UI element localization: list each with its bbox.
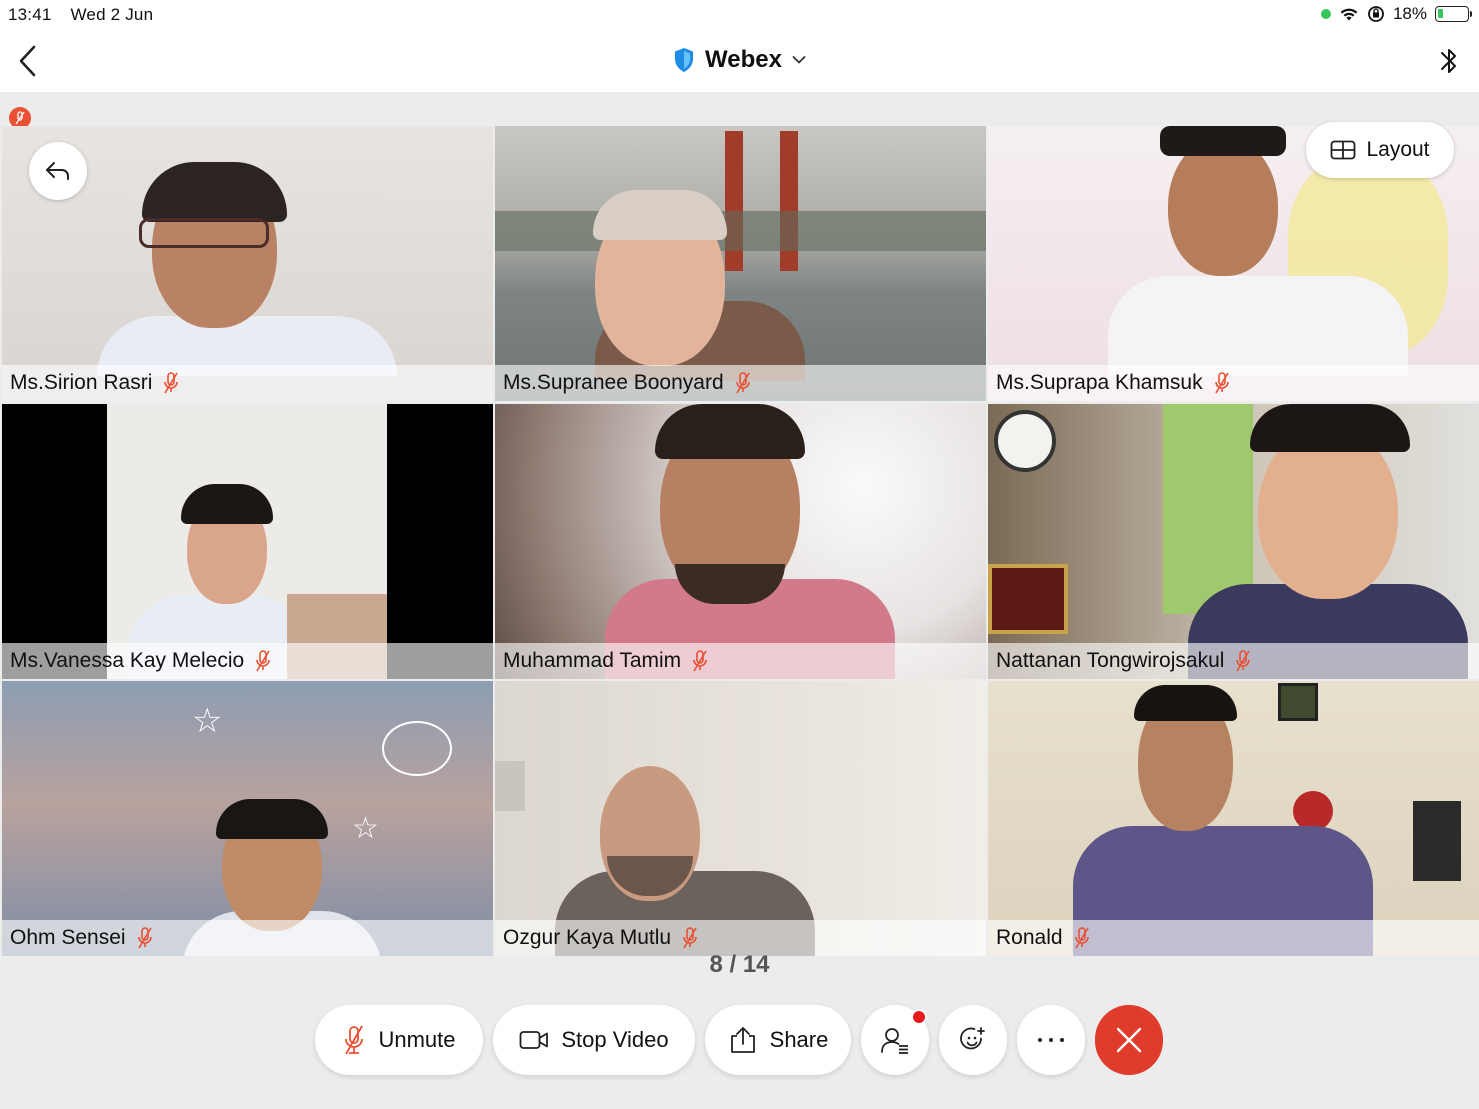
return-arrow-icon [46,162,69,180]
app-title: Webex [705,46,782,73]
participant-name-bar: Ms.Supranee Boonyard [495,365,986,401]
unmute-button[interactable]: Unmute [315,1005,483,1075]
chevron-down-icon [792,56,806,64]
participant-tile[interactable]: Ms.Supranee Boonyard [495,126,986,401]
participant-name-bar: Ms.Suprapa Khamsuk [988,365,1479,401]
battery-icon [1435,6,1472,22]
mic-off-icon [735,372,750,394]
participant-name: Ms.Vanessa Kay Melecio [10,649,245,672]
participant-video [988,404,1479,679]
camera-in-use-indicator [1320,9,1331,19]
status-left: 13:41 Wed 2 Jun [8,5,167,25]
participant-tile[interactable]: Muhammad Tamim [495,404,986,679]
mic-off-icon [164,372,179,394]
mic-off-icon [693,650,707,672]
participant-tile[interactable]: Ms.Vanessa Kay Melecio [2,404,493,679]
reactions-button[interactable] [939,1005,1007,1075]
notification-dot [911,1009,927,1025]
layout-button[interactable]: Layout [1306,122,1454,178]
video-camera-icon [519,1031,549,1049]
participant-name-bar: Muhammad Tamim [495,643,986,679]
participant-name-bar: Ms.Sirion Rasri [2,365,493,401]
mic-off-icon [1236,650,1251,672]
battery-level [1438,9,1443,18]
shield-icon [675,48,694,72]
participant-video [988,681,1479,956]
nav-bar: Webex [0,30,1479,92]
participant-name: Ms.Suprapa Khamsuk [996,371,1203,394]
participant-name: Ronald [996,926,1063,949]
participant-tile[interactable]: Ozgur Kaya Mutlu [495,681,986,956]
video-grid: Ms.Sirion Rasri Ms.Supranee Boonyard Ms.… [0,126,1479,956]
battery-percent: 18% [1392,4,1427,23]
page-indicator: 8 / 14 [709,951,770,978]
participant-name: Ms.Sirion Rasri [10,371,153,394]
status-time: 13:41 [8,5,52,24]
participants-button[interactable] [861,1005,929,1075]
mic-off-icon [683,927,697,949]
share-label: Share [769,1027,829,1052]
status-right: 18% [1320,4,1472,24]
participant-tile[interactable]: Nattanan Tongwirojsakul [988,404,1479,679]
participant-name: Nattanan Tongwirojsakul [996,649,1225,672]
mic-off-icon [137,927,152,949]
close-icon [1116,1027,1142,1053]
participant-video [495,404,986,679]
participant-video: ☆ ☆ [2,681,493,956]
orientation-lock-icon [1368,6,1384,22]
return-button[interactable] [29,142,87,200]
grid-layout-icon [1331,140,1356,160]
wifi-icon [1340,8,1358,21]
layout-label: Layout [1366,138,1430,161]
participant-name: Ozgur Kaya Mutlu [503,926,672,949]
share-icon [730,1027,755,1053]
mic-off-icon [345,1025,364,1055]
participant-name: Muhammad Tamim [503,649,682,672]
stop-video-label: Stop Video [561,1027,669,1052]
leave-meeting-button[interactable] [1095,1005,1163,1075]
mic-off-icon [256,650,271,672]
bluetooth-icon[interactable] [1437,44,1461,78]
mic-off-icon [1074,927,1089,949]
participant-video [107,404,387,679]
meeting-controls: Unmute Stop Video Share [0,1005,1479,1075]
more-options-button[interactable] [1017,1005,1085,1075]
mic-off-icon [1214,372,1229,394]
participant-name: Ms.Supranee Boonyard [503,371,724,394]
status-date: Wed 2 Jun [70,5,154,24]
participant-tile[interactable]: Ronald [988,681,1479,956]
more-dots-icon [1038,1038,1064,1042]
share-button[interactable]: Share [705,1005,851,1075]
participant-name-bar: Nattanan Tongwirojsakul [988,643,1479,679]
status-bar: 13:41 Wed 2 Jun 18% [0,0,1479,30]
participants-icon [881,1028,908,1054]
smiley-add-icon [960,1027,985,1050]
participant-name-bar: Ms.Vanessa Kay Melecio [2,643,493,679]
battery-cap [1469,11,1472,17]
stop-video-button[interactable]: Stop Video [493,1005,695,1075]
participant-video [495,681,986,956]
participant-name: Ohm Sensei [10,926,126,949]
meeting-title-menu[interactable]: Webex [0,46,1479,74]
participant-video [495,126,986,381]
unmute-label: Unmute [378,1027,456,1052]
participant-tile[interactable]: ☆ ☆ Ohm Sensei [2,681,493,956]
mic-off-icon [15,111,25,125]
